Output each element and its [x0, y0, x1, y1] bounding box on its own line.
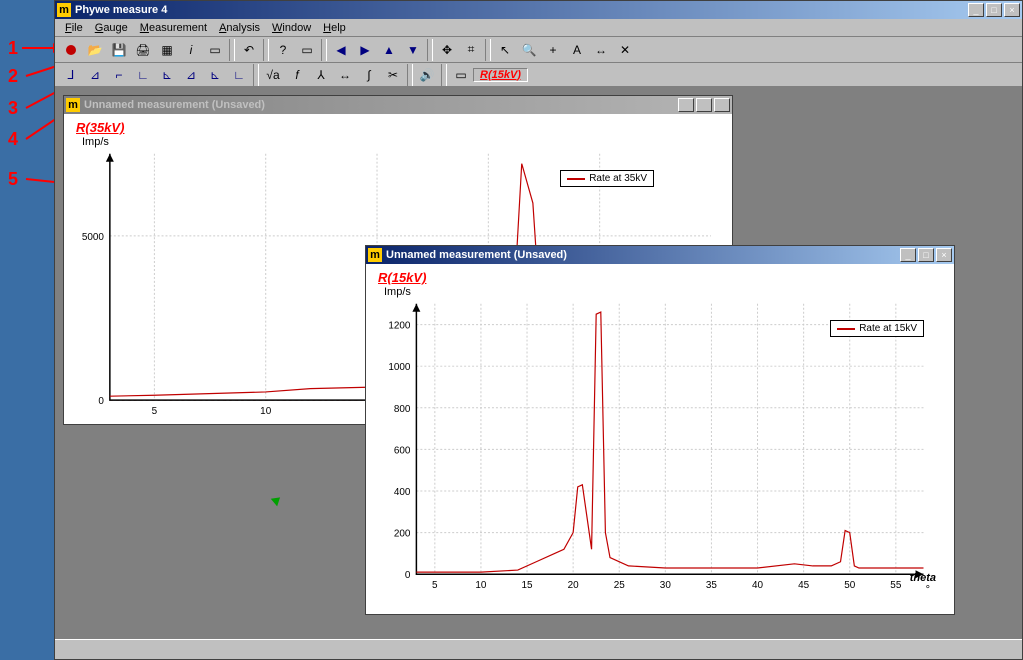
print-button[interactable]: 🖨	[132, 39, 154, 61]
toolbar-1: 📂 💾 🖨 ▦ i ▭ ↶ ? ▭ ◀ ▶ ▲ ▼ ✥ ⌗ ↖ 🔍 + A ↔ …	[55, 37, 1022, 63]
down-button[interactable]: ▼	[402, 39, 424, 61]
tb2-h[interactable]: ∟	[228, 64, 250, 86]
svg-text:10: 10	[475, 580, 487, 591]
legend-35kv: Rate at 35kV	[560, 170, 654, 187]
undo-button[interactable]: ↶	[238, 39, 260, 61]
menu-file[interactable]: File	[59, 22, 89, 34]
app-icon: m	[57, 3, 71, 17]
pointer-button[interactable]: ↖	[494, 39, 516, 61]
windowlist-button[interactable]: ▭	[450, 64, 472, 86]
main-titlebar[interactable]: m Phywe measure 4 _ □ ×	[55, 1, 1022, 19]
tb2-a[interactable]: ⅃	[60, 64, 82, 86]
svg-text:5: 5	[152, 406, 158, 417]
menu-measurement[interactable]: Measurement	[134, 22, 213, 34]
w2-close[interactable]: ×	[936, 248, 952, 262]
crosshair-button[interactable]: +	[542, 39, 564, 61]
speaker-button[interactable]: 🔊	[416, 64, 438, 86]
svg-text:15: 15	[522, 580, 534, 591]
svg-text:200: 200	[394, 529, 411, 540]
fx-button[interactable]: f	[286, 64, 308, 86]
fit-button[interactable]: ✥	[436, 39, 458, 61]
text-button[interactable]: A	[566, 39, 588, 61]
svg-text:25: 25	[614, 580, 626, 591]
svg-text:45: 45	[798, 580, 810, 591]
close-button[interactable]: ×	[1004, 3, 1020, 17]
cut-button[interactable]: ✂	[382, 64, 404, 86]
tb2-c[interactable]: ⌐	[108, 64, 130, 86]
w1-close[interactable]: ×	[714, 98, 730, 112]
svg-text:30: 30	[660, 580, 672, 591]
svg-text:55: 55	[890, 580, 902, 591]
svg-text:20: 20	[568, 580, 580, 591]
minimize-button[interactable]: _	[968, 3, 984, 17]
tb2-g[interactable]: ⊾	[204, 64, 226, 86]
app-window: m Phywe measure 4 _ □ × File Gauge Measu…	[54, 0, 1023, 660]
settings-button[interactable]: ▦	[156, 39, 178, 61]
integral-button[interactable]: ∫	[358, 64, 380, 86]
svg-text:5000: 5000	[82, 232, 105, 243]
statusbar	[55, 639, 1022, 659]
compass-button[interactable]: ✕	[614, 39, 636, 61]
svg-text:5: 5	[432, 580, 438, 591]
svg-text:0: 0	[98, 396, 104, 407]
chart-window-15kv[interactable]: mUnnamed measurement (Unsaved) _□× R(15k…	[365, 245, 955, 615]
chart-15kv: R(15kV) Imp/s Rate at 15kV theta ° 51015…	[366, 264, 954, 614]
prev-button[interactable]: ◀	[330, 39, 352, 61]
w1-max[interactable]: □	[696, 98, 712, 112]
tb2-f[interactable]: ⊿	[180, 64, 202, 86]
range-button[interactable]: ↔	[334, 64, 356, 86]
legend-15kv: Rate at 15kV	[830, 320, 924, 337]
help-button[interactable]: ?	[272, 39, 294, 61]
zoom-button[interactable]: 🔍	[518, 39, 540, 61]
open-button[interactable]: 📂	[84, 39, 106, 61]
menu-help[interactable]: Help	[317, 22, 352, 34]
cursor-icon	[271, 494, 284, 507]
w2-min[interactable]: _	[900, 248, 916, 262]
next-button[interactable]: ▶	[354, 39, 376, 61]
svg-text:1200: 1200	[388, 321, 411, 332]
maximize-button[interactable]: □	[986, 3, 1002, 17]
svg-text:800: 800	[394, 404, 411, 415]
zoomgraph-button[interactable]: ⌗	[460, 39, 482, 61]
ruler-button[interactable]: ↔	[590, 39, 612, 61]
info-button[interactable]: i	[180, 39, 202, 61]
mdi-client: mUnnamed measurement (Unsaved) _□× R(35k…	[55, 87, 1022, 637]
w2-max[interactable]: □	[918, 248, 934, 262]
record-button[interactable]	[60, 39, 82, 61]
channel-label[interactable]: R(15kV)	[473, 68, 528, 82]
menu-gauge[interactable]: Gauge	[89, 22, 134, 34]
svg-text:50: 50	[844, 580, 856, 591]
svg-text:1000: 1000	[388, 362, 411, 373]
sqrt-button[interactable]: √a	[262, 64, 284, 86]
w1-min[interactable]: _	[678, 98, 694, 112]
save-button[interactable]: 💾	[108, 39, 130, 61]
svg-text:35: 35	[706, 580, 718, 591]
app-title: Phywe measure 4	[75, 4, 968, 16]
svg-text:40: 40	[752, 580, 764, 591]
svg-text:600: 600	[394, 445, 411, 456]
tb2-d[interactable]: ∟	[132, 64, 154, 86]
stats-button[interactable]: ⅄	[310, 64, 332, 86]
tb2-e[interactable]: ⊾	[156, 64, 178, 86]
window-button[interactable]: ▭	[204, 39, 226, 61]
svg-text:400: 400	[394, 487, 411, 498]
menubar: File Gauge Measurement Analysis Window H…	[55, 19, 1022, 37]
svg-text:10: 10	[260, 406, 272, 417]
tb2-b[interactable]: ⊿	[84, 64, 106, 86]
menu-analysis[interactable]: Analysis	[213, 22, 266, 34]
svg-text:0: 0	[405, 570, 411, 581]
up-button[interactable]: ▲	[378, 39, 400, 61]
toolbar-2: ⅃ ⊿ ⌐ ∟ ⊾ ⊿ ⊾ ∟ √a f ⅄ ↔ ∫ ✂ 🔊 ▭ R(15kV)	[55, 63, 1022, 87]
wizard-button[interactable]: ▭	[296, 39, 318, 61]
menu-window[interactable]: Window	[266, 22, 317, 34]
